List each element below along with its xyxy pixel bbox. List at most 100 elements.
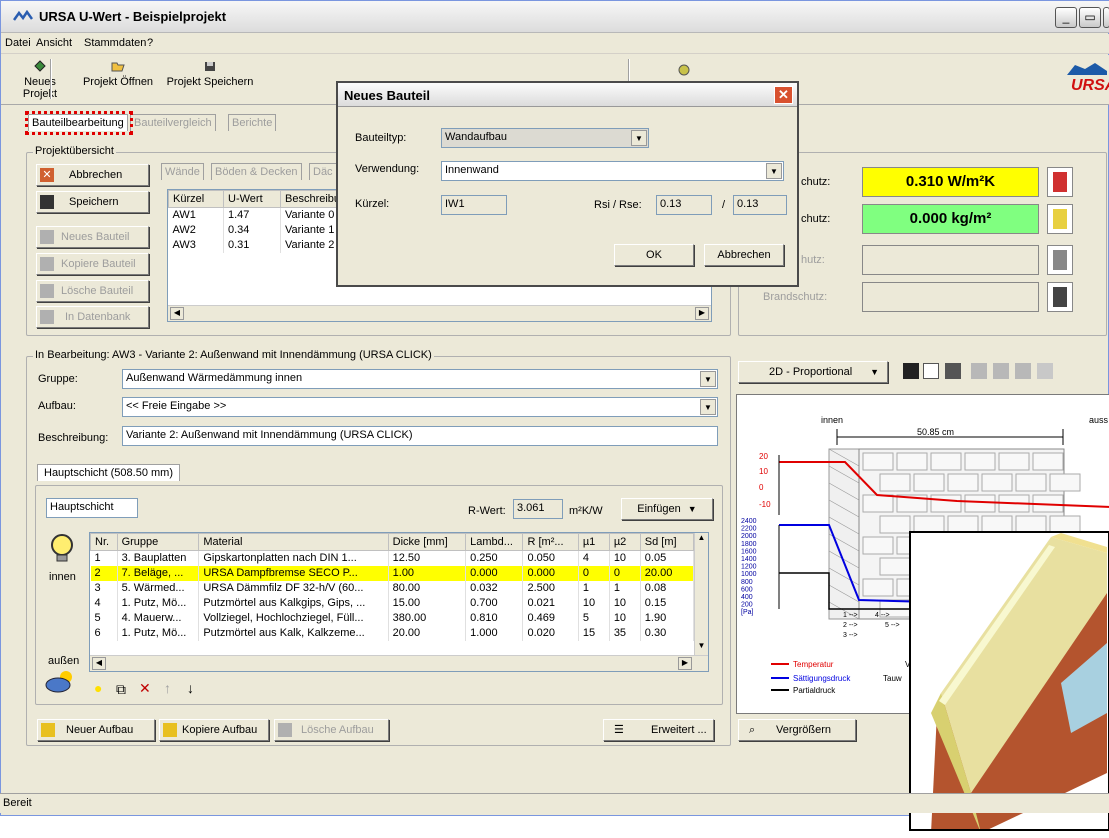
loesche-bauteil-button[interactable]: Lösche Bauteil	[36, 280, 149, 302]
neuer-aufbau-button[interactable]: Neuer Aufbau	[37, 719, 155, 741]
layer-column-header[interactable]: Nr.	[90, 533, 118, 551]
dialog-close-icon[interactable]: ✕	[774, 86, 793, 104]
layer-row[interactable]: 1 3. Bauplatten Gipskartonplatten nach DIN…	[90, 550, 695, 566]
layer-column-header[interactable]: Dicke [mm]	[387, 533, 467, 551]
chevron-down-icon[interactable]: ▼	[700, 399, 716, 415]
delete-part-icon	[40, 284, 54, 298]
layer-column-header[interactable]: Sd [m]	[639, 533, 695, 551]
table-row[interactable]: AW2 0.34 Variante 1	[168, 222, 346, 238]
view-mode-select[interactable]: 2D - Proportional ▼	[738, 361, 888, 383]
scroll-left-icon[interactable]: ◀	[170, 307, 184, 320]
layer-vscrollbar[interactable]: ▲ ▼	[694, 533, 708, 655]
col-beschreibung[interactable]: Beschreibu	[279, 190, 346, 208]
neues-bauteil-button[interactable]: Neues Bauteil	[36, 226, 149, 248]
view-side-icon[interactable]	[1015, 363, 1031, 379]
tab-bauteilvergleich[interactable]: Bauteilvergleich	[130, 114, 216, 131]
menu-stammdaten[interactable]: Stammdaten	[84, 37, 146, 49]
scroll-right-icon[interactable]: ▶	[695, 307, 709, 320]
table-cell: 0.34	[223, 222, 281, 238]
table-row[interactable]: AW3 0.31 Variante 2	[168, 237, 346, 253]
erweitert-button[interactable]: ☰ Erweitert ...	[603, 719, 714, 741]
minimize-button[interactable]: _	[1055, 7, 1077, 28]
scroll-right-icon[interactable]: ▶	[678, 657, 692, 670]
save-icon[interactable]	[903, 363, 919, 379]
dialog-cancel-button[interactable]: Abbrechen	[704, 244, 784, 266]
tab-daecher[interactable]: Däc	[309, 163, 337, 180]
dot-icon[interactable]: ●	[94, 680, 102, 696]
view-3d-icon[interactable]	[971, 363, 987, 379]
tab-berichte[interactable]: Berichte	[228, 114, 277, 131]
layer-column-header[interactable]: R [m²...	[522, 533, 579, 551]
abbrechen-button[interactable]: ✕ Abbrechen	[36, 164, 149, 186]
rsi-input[interactable]: 0.13	[656, 195, 712, 215]
chevron-down-icon[interactable]: ▼	[700, 371, 716, 387]
aufbau-select[interactable]: << Freie Eingabe >> ▼	[122, 397, 718, 417]
layer-name-input[interactable]: Hauptschicht	[46, 498, 138, 518]
delete-x-icon[interactable]: ✕	[139, 680, 151, 697]
layer-cell: 10	[578, 595, 610, 611]
layer-cell: 0.05	[640, 550, 695, 566]
save-project-button[interactable]: Projekt Speichern	[164, 59, 256, 88]
verwendung-select[interactable]: Innenwand ▼	[441, 161, 784, 181]
kopiere-bauteil-button[interactable]: Kopiere Bauteil	[36, 253, 149, 275]
lightbulb-icon[interactable]	[675, 63, 693, 79]
kuerzel-input[interactable]: IW1	[441, 195, 507, 215]
rse-input[interactable]: 0.13	[733, 195, 787, 215]
print-icon[interactable]	[945, 363, 961, 379]
scroll-left-icon[interactable]: ◀	[92, 657, 106, 670]
beschreibung-input[interactable]: Variante 2: Außenwand mit Innendämmung (…	[122, 426, 718, 446]
layer-row[interactable]: 5 4. Mauerw... Vollziegel, Hochlochziegel,…	[90, 610, 695, 626]
layer-column-header[interactable]: µ1	[577, 533, 610, 551]
close-button[interactable]	[1103, 7, 1109, 28]
speichern-button[interactable]: Speichern	[36, 191, 149, 213]
loesche-aufbau-button[interactable]: Lösche Aufbau	[274, 719, 389, 741]
layer-hscrollbar[interactable]: ◀ ▶	[90, 655, 708, 671]
moisture-icon[interactable]	[1047, 204, 1073, 234]
open-folder-icon	[111, 62, 125, 72]
col-uwert[interactable]: U-Wert	[223, 190, 281, 208]
thermal-icon[interactable]	[1047, 167, 1073, 197]
arrow-up-icon[interactable]: ↑	[164, 680, 171, 696]
scroll-up-icon[interactable]: ▲	[695, 533, 708, 546]
parts-hscrollbar[interactable]: ◀ ▶	[168, 305, 711, 321]
layer-row[interactable]: 6 1. Putz, Mö... Putzmörtel aus Kalk, Kalk…	[90, 625, 695, 641]
layer-column-header[interactable]: Lambd...	[465, 533, 524, 551]
col-kuerzel[interactable]: Kürzel	[168, 190, 224, 208]
einfuegen-button[interactable]: Einfügen ▼	[621, 498, 713, 520]
sound-icon[interactable]	[1047, 245, 1073, 275]
vergroessern-button[interactable]: ⌕ Vergrößern	[738, 719, 856, 741]
gruppe-value: Außenwand Wärmedämmung innen	[126, 372, 303, 384]
copy-icon[interactable]: ⧉	[116, 681, 126, 698]
layer-cell: 4	[578, 550, 610, 566]
fire-icon[interactable]	[1047, 282, 1073, 312]
open-project-button[interactable]: Projekt Öffnen	[76, 59, 160, 88]
chevron-down-icon[interactable]: ▼	[631, 130, 647, 146]
layer-row[interactable]: 3 5. Wärmed... URSA Dämmfilz DF 32-h/V (60…	[90, 580, 695, 596]
in-datenbank-button[interactable]: In Datenbank	[36, 306, 149, 328]
new-project-button[interactable]: Neues Projekt	[7, 59, 73, 100]
tab-hauptschicht[interactable]: Hauptschicht (508.50 mm)	[37, 464, 180, 481]
bauteiltyp-select[interactable]: Wandaufbau ▼	[441, 128, 649, 148]
layer-column-header[interactable]: Material	[198, 533, 389, 551]
layer-row[interactable]: 4 1. Putz, Mö... Putzmörtel aus Kalkgips, …	[90, 595, 695, 611]
view-top-icon[interactable]	[1037, 363, 1053, 379]
layer-cell: 0	[609, 565, 641, 581]
copy-icon[interactable]	[923, 363, 939, 379]
gruppe-select[interactable]: Außenwand Wärmedämmung innen ▼	[122, 369, 718, 389]
maximize-button[interactable]: ▭	[1079, 7, 1101, 28]
view-front-icon[interactable]	[993, 363, 1009, 379]
layer-column-header[interactable]: µ2	[608, 533, 641, 551]
layer-column-header[interactable]: Gruppe	[116, 533, 200, 551]
tab-waende[interactable]: Wände	[161, 163, 204, 180]
menu-datei[interactable]: Datei	[5, 37, 31, 49]
arrow-down-icon[interactable]: ↓	[187, 680, 194, 696]
ok-button[interactable]: OK	[614, 244, 694, 266]
layer-row[interactable]: 2 7. Beläge, ... URSA Dampfbremse SECO P..…	[90, 565, 695, 581]
tab-boeden[interactable]: Böden & Decken	[211, 163, 302, 180]
menu-help[interactable]: ?	[147, 37, 153, 49]
kopiere-aufbau-button[interactable]: Kopiere Aufbau	[159, 719, 269, 741]
table-row[interactable]: AW1 1.47 Variante 0	[168, 207, 346, 223]
scroll-down-icon[interactable]: ▼	[695, 641, 708, 654]
menu-ansicht[interactable]: Ansicht	[36, 37, 72, 49]
chevron-down-icon[interactable]: ▼	[766, 163, 782, 179]
